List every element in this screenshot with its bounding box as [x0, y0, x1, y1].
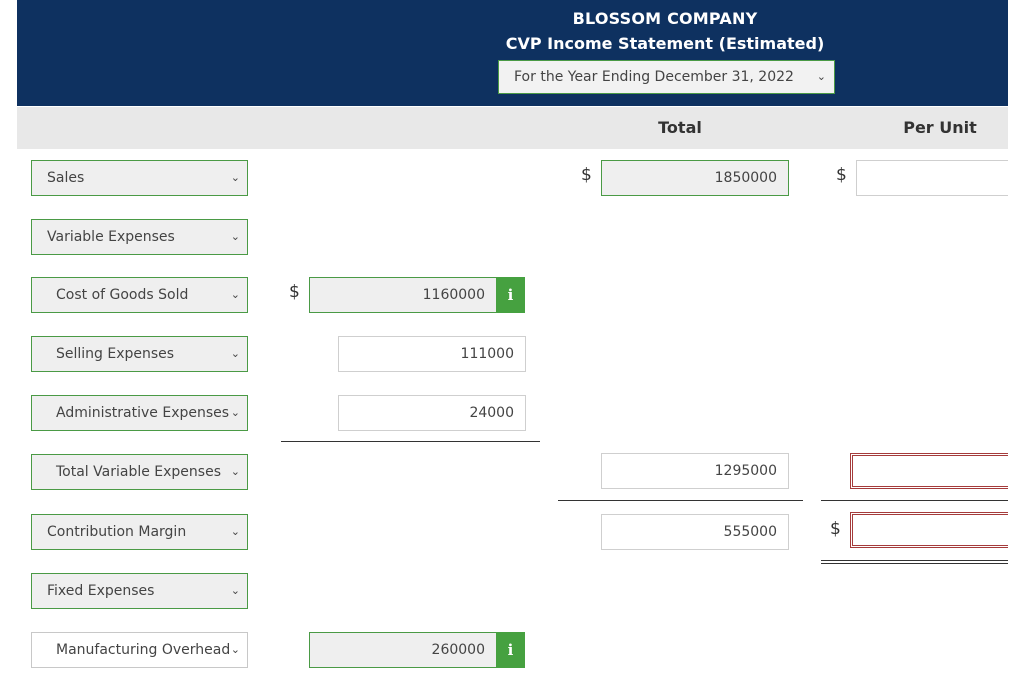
- chevron-down-icon: ⌄: [230, 347, 240, 360]
- total-rule: [558, 500, 803, 501]
- selling-expenses-input[interactable]: 111000: [338, 336, 526, 372]
- chevron-down-icon: ⌄: [816, 70, 826, 83]
- cogs-select[interactable]: Cost of Goods Sold ⌄: [31, 277, 248, 313]
- dollar-sign: $: [289, 282, 300, 302]
- dollar-sign: $: [830, 519, 841, 539]
- statement-title: CVP Income Statement (Estimated): [505, 34, 825, 53]
- chevron-down-icon: ⌄: [230, 288, 240, 301]
- chevron-down-icon: ⌄: [230, 230, 240, 243]
- chevron-down-icon: ⌄: [230, 584, 240, 597]
- variable-expenses-label: Variable Expenses: [47, 229, 175, 245]
- period-select-label: For the Year Ending December 31, 2022: [514, 69, 794, 85]
- manufacturing-overhead-select[interactable]: Manufacturing Overhead ⌄: [31, 632, 248, 668]
- total-variable-per-unit-input[interactable]: [850, 453, 1008, 489]
- chevron-down-icon: ⌄: [230, 465, 240, 478]
- double-rule-bottom: [821, 563, 1008, 564]
- administrative-expenses-input[interactable]: 24000: [338, 395, 526, 431]
- cogs-label: Cost of Goods Sold: [56, 287, 189, 303]
- company-name: BLOSSOM COMPANY: [572, 9, 758, 28]
- fixed-expenses-label: Fixed Expenses: [47, 583, 155, 599]
- sales-total-input[interactable]: 1850000: [601, 160, 789, 196]
- info-icon[interactable]: i: [496, 632, 525, 668]
- contribution-margin-input[interactable]: 555000: [601, 514, 789, 550]
- period-select[interactable]: For the Year Ending December 31, 2022 ⌄: [498, 60, 835, 94]
- total-variable-expenses-input[interactable]: 1295000: [601, 453, 789, 489]
- selling-expenses-label: Selling Expenses: [56, 346, 175, 362]
- cogs-amount-input[interactable]: 1160000: [309, 277, 497, 313]
- chevron-down-icon: ⌄: [230, 406, 240, 419]
- selling-expenses-select[interactable]: Selling Expenses ⌄: [31, 336, 248, 372]
- column-header-bar: [17, 107, 1008, 149]
- administrative-expenses-label: Administrative Expenses: [56, 405, 230, 421]
- manufacturing-overhead-label: Manufacturing Overhead: [56, 642, 231, 658]
- chevron-down-icon: ⌄: [230, 643, 240, 656]
- total-variable-expenses-select[interactable]: Total Variable Expenses ⌄: [31, 454, 248, 490]
- contribution-margin-select[interactable]: Contribution Margin ⌄: [31, 514, 248, 550]
- contribution-margin-per-unit-input[interactable]: [850, 512, 1008, 548]
- column-header-total: Total: [658, 118, 702, 137]
- dollar-sign: $: [581, 165, 592, 185]
- manufacturing-overhead-input[interactable]: 260000: [309, 632, 497, 668]
- column-header-per-unit: Per Unit: [903, 118, 977, 137]
- fixed-expenses-select[interactable]: Fixed Expenses ⌄: [31, 573, 248, 609]
- chevron-down-icon: ⌄: [230, 171, 240, 184]
- per-unit-rule: [821, 500, 1008, 501]
- subtotal-rule: [281, 441, 540, 442]
- variable-expenses-select[interactable]: Variable Expenses ⌄: [31, 219, 248, 255]
- sales-select[interactable]: Sales ⌄: [31, 160, 248, 196]
- total-variable-expenses-label: Total Variable Expenses: [56, 464, 221, 480]
- double-rule-top: [821, 560, 1008, 561]
- dollar-sign: $: [836, 165, 847, 185]
- sales-per-unit-input[interactable]: [856, 160, 1008, 196]
- sales-label: Sales: [47, 170, 85, 186]
- info-icon[interactable]: i: [496, 277, 525, 313]
- administrative-expenses-select[interactable]: Administrative Expenses ⌄: [31, 395, 248, 431]
- chevron-down-icon: ⌄: [230, 525, 240, 538]
- contribution-margin-label: Contribution Margin: [47, 524, 187, 540]
